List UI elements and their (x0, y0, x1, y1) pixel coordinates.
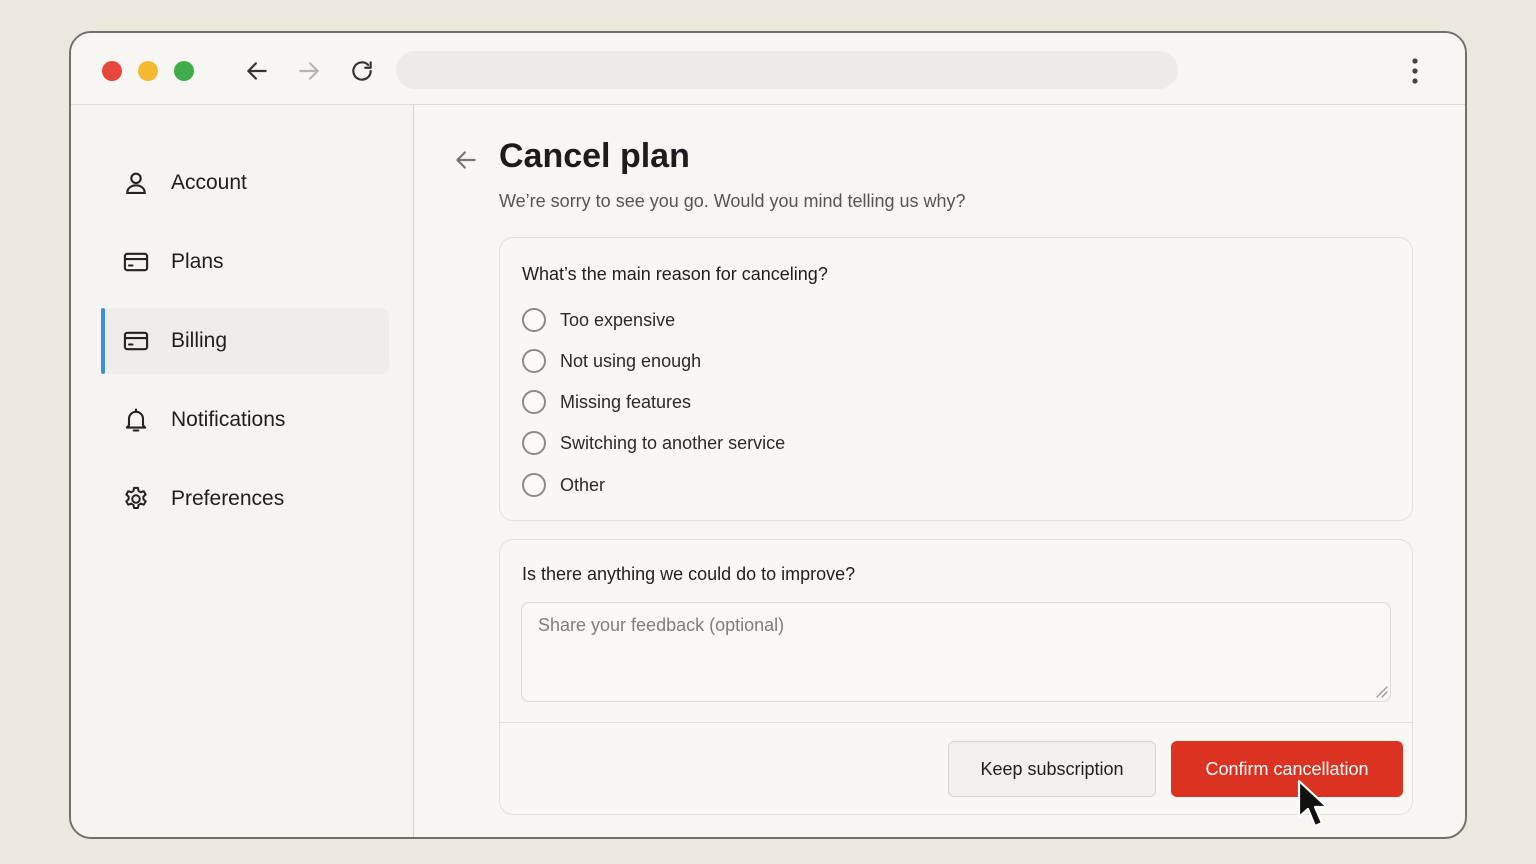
sidebar-item-account[interactable]: Account (101, 150, 389, 216)
radio-button[interactable] (522, 349, 546, 373)
radio-button[interactable] (522, 390, 546, 414)
radio-label: Switching to another service (560, 432, 786, 453)
maximize-window-button[interactable] (174, 61, 194, 81)
page-subtitle: We’re sorry to see you go. Would you min… (499, 191, 966, 211)
radio-button[interactable] (522, 473, 546, 497)
sidebar-item-notifications[interactable]: Notifications (101, 387, 389, 453)
forward-arrow-icon[interactable] (293, 55, 325, 87)
sidebar-item-label: Preferences (171, 487, 285, 510)
sidebar-item-label: Billing (171, 329, 228, 352)
sidebar-item-label: Plans (171, 250, 224, 273)
sidebar-item-billing[interactable]: Billing (101, 308, 389, 374)
close-window-button[interactable] (102, 61, 122, 81)
card-icon (121, 247, 151, 277)
radio-button[interactable] (522, 431, 546, 455)
minimize-window-button[interactable] (138, 61, 158, 81)
page-title: Cancel plan (499, 137, 690, 175)
radio-other[interactable]: Other (522, 472, 605, 498)
radio-label: Too expensive (560, 309, 676, 330)
main-content: Cancel plan We’re sorry to see you go. W… (415, 105, 1465, 837)
mouse-cursor-icon (1297, 779, 1329, 828)
reason-card: What’s the main reason for canceling? To… (499, 237, 1413, 521)
radio-switching-service[interactable]: Switching to another service (522, 430, 785, 456)
browser-window: Account Plans Billing Notifications Pref… (69, 31, 1467, 839)
feedback-textarea[interactable] (521, 602, 1391, 702)
address-bar[interactable] (396, 51, 1178, 89)
radio-not-using-enough[interactable]: Not using enough (522, 348, 701, 374)
radio-label: Other (560, 474, 606, 495)
back-arrow-icon[interactable] (241, 55, 273, 87)
resize-grip-icon[interactable] (1374, 684, 1388, 698)
reason-question: What’s the main reason for canceling? (522, 264, 828, 284)
feedback-card: Is there anything we could do to improve… (499, 539, 1413, 815)
radio-label: Not using enough (560, 350, 702, 371)
radio-button[interactable] (522, 308, 546, 332)
card-divider (500, 722, 1412, 723)
more-vertical-icon[interactable] (1399, 55, 1431, 87)
radio-too-expensive[interactable]: Too expensive (522, 307, 675, 333)
keep-subscription-button[interactable]: Keep subscription (948, 741, 1156, 797)
sidebar-item-label: Account (171, 171, 247, 194)
user-icon (121, 168, 151, 198)
back-arrow-icon[interactable] (451, 145, 481, 175)
card-icon (121, 326, 151, 356)
bell-icon (121, 405, 151, 435)
browser-toolbar (71, 33, 1465, 105)
sidebar-item-preferences[interactable]: Preferences (101, 466, 389, 532)
radio-missing-features[interactable]: Missing features (522, 389, 691, 415)
settings-sidebar: Account Plans Billing Notifications Pref… (71, 105, 414, 837)
radio-label: Missing features (560, 391, 692, 412)
gear-icon (121, 484, 151, 514)
feedback-question: Is there anything we could do to improve… (522, 564, 856, 584)
sidebar-item-label: Notifications (171, 408, 286, 431)
confirm-cancellation-button[interactable]: Confirm cancellation (1171, 741, 1403, 797)
sidebar-item-plans[interactable]: Plans (101, 229, 389, 295)
reload-icon[interactable] (346, 55, 378, 87)
